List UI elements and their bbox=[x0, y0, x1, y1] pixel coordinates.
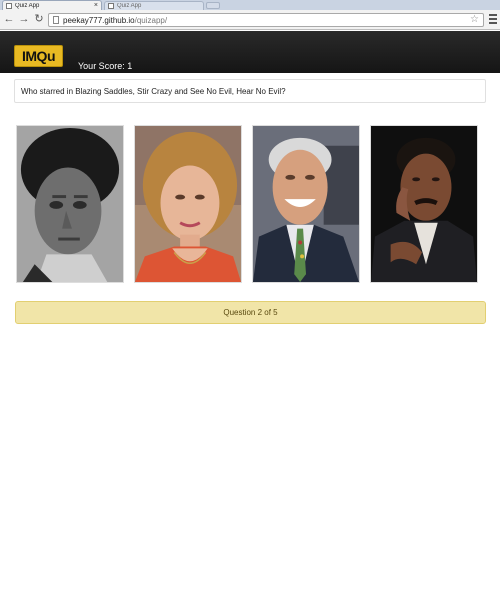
score-value: 1 bbox=[127, 61, 133, 71]
actor-portrait-3 bbox=[253, 126, 359, 282]
browser-tabstrip: Quiz App × Quiz App bbox=[0, 0, 500, 10]
answer-photo-3[interactable] bbox=[252, 125, 360, 283]
browser-menu-icon[interactable] bbox=[489, 14, 497, 24]
question-text: Who starred in Blazing Saddles, Stir Cra… bbox=[14, 79, 486, 103]
page-favicon-icon bbox=[6, 2, 12, 9]
address-bar[interactable]: peekay777.github.io/quizapp/ ☆ bbox=[48, 13, 484, 27]
page-favicon-icon bbox=[108, 3, 114, 9]
page-icon bbox=[53, 16, 59, 24]
score-display: Your Score: 1 bbox=[78, 61, 132, 71]
actor-portrait-2 bbox=[135, 126, 241, 282]
app-logo[interactable]: IMQu bbox=[14, 45, 63, 67]
close-tab-icon[interactable]: × bbox=[94, 2, 98, 9]
url-path: /quizapp/ bbox=[134, 15, 168, 25]
score-label: Your Score: bbox=[78, 61, 125, 71]
forward-arrow-icon[interactable]: → bbox=[18, 13, 30, 25]
browser-tab-active[interactable]: Quiz App × bbox=[2, 0, 102, 10]
tab-title: Quiz App bbox=[15, 2, 40, 9]
new-tab-button[interactable] bbox=[206, 2, 220, 9]
question-progress-bar: Question 2 of 5 bbox=[15, 301, 486, 324]
tab-title: Quiz App bbox=[117, 3, 142, 9]
browser-tab-inactive[interactable]: Quiz App bbox=[104, 1, 204, 10]
answer-photo-2[interactable] bbox=[134, 125, 242, 283]
actor-portrait-4 bbox=[371, 126, 477, 282]
url-host: peekay777.github.io bbox=[63, 15, 135, 25]
browser-toolbar: ← → ↻ peekay777.github.io/quizapp/ ☆ bbox=[0, 10, 500, 30]
bookmark-star-icon[interactable]: ☆ bbox=[470, 15, 479, 25]
actor-portrait-1 bbox=[17, 126, 123, 282]
reload-icon[interactable]: ↻ bbox=[33, 13, 45, 25]
back-arrow-icon[interactable]: ← bbox=[3, 13, 15, 25]
app-header: IMQu Your Score: 1 bbox=[0, 31, 500, 73]
answer-photo-4[interactable] bbox=[370, 125, 478, 283]
answer-photo-1[interactable] bbox=[16, 125, 124, 283]
